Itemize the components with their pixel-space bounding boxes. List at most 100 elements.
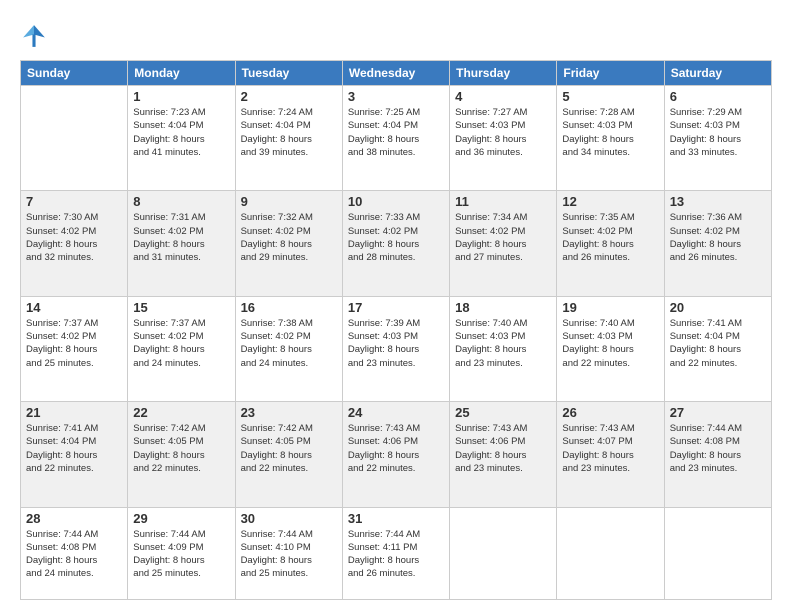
calendar-cell: 17 Sunrise: 7:39 AM Sunset: 4:03 PM Dayli… — [342, 296, 449, 401]
day-info: Sunrise: 7:43 AM Sunset: 4:07 PM Dayligh… — [562, 422, 658, 475]
day-number: 26 — [562, 405, 658, 420]
day-info: Sunrise: 7:42 AM Sunset: 4:05 PM Dayligh… — [241, 422, 337, 475]
day-number: 9 — [241, 194, 337, 209]
day-number: 23 — [241, 405, 337, 420]
day-number: 6 — [670, 89, 766, 104]
calendar-week-1: 1 Sunrise: 7:23 AM Sunset: 4:04 PM Daylig… — [21, 86, 772, 191]
calendar-cell: 14 Sunrise: 7:37 AM Sunset: 4:02 PM Dayli… — [21, 296, 128, 401]
calendar-cell: 27 Sunrise: 7:44 AM Sunset: 4:08 PM Dayli… — [664, 402, 771, 507]
calendar-cell: 5Sunrise: 7:28 AM Sunset: 4:03 PM Daylig… — [557, 86, 664, 191]
day-info: Sunrise: 7:38 AM Sunset: 4:02 PM Dayligh… — [241, 317, 337, 370]
calendar-week-5: 28 Sunrise: 7:44 AM Sunset: 4:08 PM Dayli… — [21, 507, 772, 600]
col-header-saturday: Saturday — [664, 61, 771, 86]
calendar-cell: 2Sunrise: 7:24 AM Sunset: 4:04 PM Daylig… — [235, 86, 342, 191]
day-number: 7 — [26, 194, 122, 209]
col-header-monday: Monday — [128, 61, 235, 86]
calendar-cell: 3 Sunrise: 7:25 AM Sunset: 4:04 PM Daylig… — [342, 86, 449, 191]
day-info: Sunrise: 7:29 AM Sunset: 4:03 PM Dayligh… — [670, 106, 766, 159]
calendar-cell: 15Sunrise: 7:37 AM Sunset: 4:02 PM Dayli… — [128, 296, 235, 401]
day-info: Sunrise: 7:44 AM Sunset: 4:08 PM Dayligh… — [26, 528, 122, 581]
day-number: 17 — [348, 300, 444, 315]
day-number: 21 — [26, 405, 122, 420]
col-header-thursday: Thursday — [450, 61, 557, 86]
calendar-cell: 22Sunrise: 7:42 AM Sunset: 4:05 PM Dayli… — [128, 402, 235, 507]
calendar-cell — [664, 507, 771, 600]
day-number: 20 — [670, 300, 766, 315]
calendar-week-4: 21Sunrise: 7:41 AM Sunset: 4:04 PM Dayli… — [21, 402, 772, 507]
col-header-sunday: Sunday — [21, 61, 128, 86]
calendar-cell: 25 Sunrise: 7:43 AM Sunset: 4:06 PM Dayli… — [450, 402, 557, 507]
calendar-cell — [450, 507, 557, 600]
calendar-cell: 1 Sunrise: 7:23 AM Sunset: 4:04 PM Daylig… — [128, 86, 235, 191]
calendar-cell: 13 Sunrise: 7:36 AM Sunset: 4:02 PM Dayli… — [664, 191, 771, 296]
day-number: 14 — [26, 300, 122, 315]
day-number: 13 — [670, 194, 766, 209]
day-number: 11 — [455, 194, 551, 209]
day-info: Sunrise: 7:44 AM Sunset: 4:11 PM Dayligh… — [348, 528, 444, 581]
day-number: 10 — [348, 194, 444, 209]
day-number: 24 — [348, 405, 444, 420]
col-header-tuesday: Tuesday — [235, 61, 342, 86]
day-number: 29 — [133, 511, 229, 526]
col-header-wednesday: Wednesday — [342, 61, 449, 86]
day-number: 18 — [455, 300, 551, 315]
day-info: Sunrise: 7:41 AM Sunset: 4:04 PM Dayligh… — [670, 317, 766, 370]
calendar-cell: 23 Sunrise: 7:42 AM Sunset: 4:05 PM Dayli… — [235, 402, 342, 507]
calendar-cell: 12 Sunrise: 7:35 AM Sunset: 4:02 PM Dayli… — [557, 191, 664, 296]
day-info: Sunrise: 7:44 AM Sunset: 4:10 PM Dayligh… — [241, 528, 337, 581]
day-info: Sunrise: 7:43 AM Sunset: 4:06 PM Dayligh… — [455, 422, 551, 475]
calendar-cell — [557, 507, 664, 600]
calendar-cell: 11Sunrise: 7:34 AM Sunset: 4:02 PM Dayli… — [450, 191, 557, 296]
col-header-friday: Friday — [557, 61, 664, 86]
day-info: Sunrise: 7:35 AM Sunset: 4:02 PM Dayligh… — [562, 211, 658, 264]
calendar-cell — [21, 86, 128, 191]
calendar-header-row: SundayMondayTuesdayWednesdayThursdayFrid… — [21, 61, 772, 86]
day-info: Sunrise: 7:28 AM Sunset: 4:03 PM Dayligh… — [562, 106, 658, 159]
day-number: 30 — [241, 511, 337, 526]
day-info: Sunrise: 7:30 AM Sunset: 4:02 PM Dayligh… — [26, 211, 122, 264]
day-number: 22 — [133, 405, 229, 420]
header — [20, 18, 772, 50]
calendar-cell: 24Sunrise: 7:43 AM Sunset: 4:06 PM Dayli… — [342, 402, 449, 507]
calendar-cell: 28 Sunrise: 7:44 AM Sunset: 4:08 PM Dayli… — [21, 507, 128, 600]
page: SundayMondayTuesdayWednesdayThursdayFrid… — [0, 0, 792, 612]
day-number: 27 — [670, 405, 766, 420]
day-number: 4 — [455, 89, 551, 104]
day-info: Sunrise: 7:44 AM Sunset: 4:08 PM Dayligh… — [670, 422, 766, 475]
calendar-cell: 6 Sunrise: 7:29 AM Sunset: 4:03 PM Daylig… — [664, 86, 771, 191]
calendar-week-2: 7 Sunrise: 7:30 AM Sunset: 4:02 PM Daylig… — [21, 191, 772, 296]
day-info: Sunrise: 7:23 AM Sunset: 4:04 PM Dayligh… — [133, 106, 229, 159]
calendar-cell: 7 Sunrise: 7:30 AM Sunset: 4:02 PM Daylig… — [21, 191, 128, 296]
day-info: Sunrise: 7:32 AM Sunset: 4:02 PM Dayligh… — [241, 211, 337, 264]
day-number: 25 — [455, 405, 551, 420]
logo — [20, 22, 52, 50]
logo-icon — [20, 22, 48, 50]
day-number: 2 — [241, 89, 337, 104]
day-info: Sunrise: 7:27 AM Sunset: 4:03 PM Dayligh… — [455, 106, 551, 159]
calendar-cell: 8Sunrise: 7:31 AM Sunset: 4:02 PM Daylig… — [128, 191, 235, 296]
day-number: 31 — [348, 511, 444, 526]
day-info: Sunrise: 7:40 AM Sunset: 4:03 PM Dayligh… — [455, 317, 551, 370]
calendar-cell: 10 Sunrise: 7:33 AM Sunset: 4:02 PM Dayli… — [342, 191, 449, 296]
day-number: 12 — [562, 194, 658, 209]
day-info: Sunrise: 7:39 AM Sunset: 4:03 PM Dayligh… — [348, 317, 444, 370]
day-info: Sunrise: 7:31 AM Sunset: 4:02 PM Dayligh… — [133, 211, 229, 264]
calendar-table: SundayMondayTuesdayWednesdayThursdayFrid… — [20, 60, 772, 600]
day-number: 1 — [133, 89, 229, 104]
day-number: 16 — [241, 300, 337, 315]
day-number: 28 — [26, 511, 122, 526]
day-info: Sunrise: 7:37 AM Sunset: 4:02 PM Dayligh… — [26, 317, 122, 370]
calendar-cell: 19Sunrise: 7:40 AM Sunset: 4:03 PM Dayli… — [557, 296, 664, 401]
day-number: 3 — [348, 89, 444, 104]
day-info: Sunrise: 7:33 AM Sunset: 4:02 PM Dayligh… — [348, 211, 444, 264]
day-info: Sunrise: 7:36 AM Sunset: 4:02 PM Dayligh… — [670, 211, 766, 264]
calendar-cell: 4 Sunrise: 7:27 AM Sunset: 4:03 PM Daylig… — [450, 86, 557, 191]
day-info: Sunrise: 7:44 AM Sunset: 4:09 PM Dayligh… — [133, 528, 229, 581]
day-number: 15 — [133, 300, 229, 315]
calendar-cell: 21Sunrise: 7:41 AM Sunset: 4:04 PM Dayli… — [21, 402, 128, 507]
calendar-week-3: 14 Sunrise: 7:37 AM Sunset: 4:02 PM Dayli… — [21, 296, 772, 401]
day-info: Sunrise: 7:25 AM Sunset: 4:04 PM Dayligh… — [348, 106, 444, 159]
calendar-cell: 26 Sunrise: 7:43 AM Sunset: 4:07 PM Dayli… — [557, 402, 664, 507]
day-info: Sunrise: 7:40 AM Sunset: 4:03 PM Dayligh… — [562, 317, 658, 370]
calendar-cell: 31 Sunrise: 7:44 AM Sunset: 4:11 PM Dayli… — [342, 507, 449, 600]
